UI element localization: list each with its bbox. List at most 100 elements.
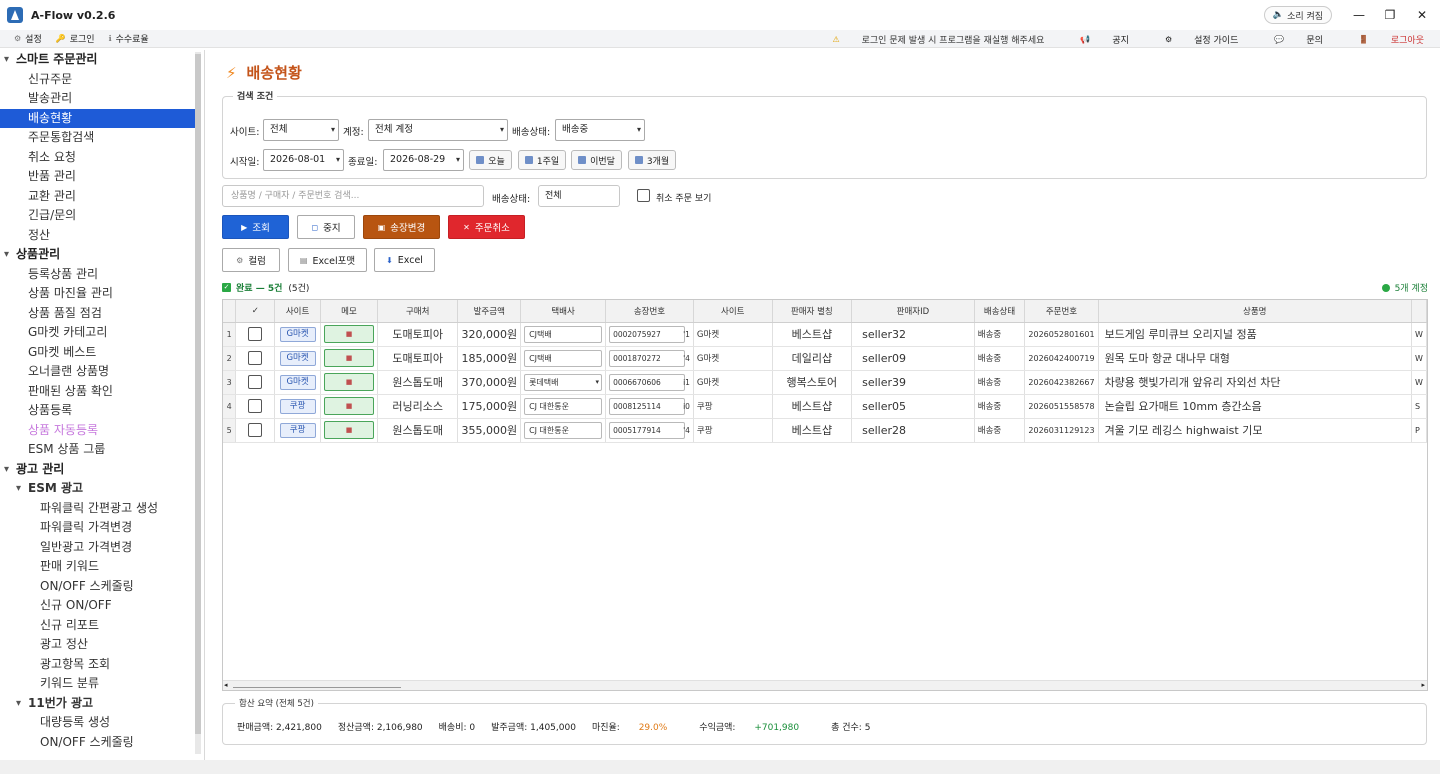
sidebar-item[interactable]: 신규 ON/OFF: [0, 596, 196, 616]
courier-cell[interactable]: 롯데택배 ▾: [520, 370, 607, 395]
guide-link[interactable]: ⚙ 설정 가이드: [1147, 33, 1238, 46]
memo-button[interactable]: ■: [324, 325, 374, 343]
end-date-picker[interactable]: 2026-08-29 ▾: [383, 149, 464, 171]
tracking-cell[interactable]: 0008125114 i0: [605, 394, 694, 419]
sidebar-item[interactable]: 정산: [0, 226, 196, 246]
sidebar-item[interactable]: G마켓 카테고리: [0, 323, 196, 343]
sidebar-item[interactable]: 파워클릭 가격변경: [0, 518, 196, 538]
tracking-cell[interactable]: 0005177914'4: [605, 418, 694, 443]
table-row[interactable]: 3 G마켓 ■ 원스톱도매 370,000원 롯데택배 ▾ 0006670606 i1 G마켓 행복…: [223, 370, 1427, 395]
column-header[interactable]: 사이트: [274, 300, 321, 323]
show-cancelled-checkbox[interactable]: [637, 189, 650, 202]
sidebar-item[interactable]: 주문통합검색: [0, 128, 196, 148]
courier-select[interactable]: 롯데택배 ▾: [524, 373, 603, 391]
memo-button[interactable]: ■: [324, 397, 374, 415]
row-checkbox[interactable]: [248, 423, 263, 437]
table-row[interactable]: 5 쿠팡 ■ 원스톱도매 355,000원 CJ 대한통운 0005177914'4 쿠팡 베스…: [223, 418, 1427, 443]
courier-cell[interactable]: CJ택배: [520, 322, 607, 347]
logout-link[interactable]: 🚪 로그아웃: [1341, 33, 1424, 46]
menu-login[interactable]: 🔑 로그인: [56, 32, 95, 45]
shipping-status-field[interactable]: 전체: [538, 185, 620, 207]
notice-link[interactable]: 📢 공지: [1062, 33, 1129, 46]
sidebar-group[interactable]: 11번가 광고: [0, 694, 196, 714]
sidebar-item[interactable]: 등록상품 관리: [0, 265, 196, 285]
menu-settings[interactable]: ⚙ 설정: [14, 32, 42, 45]
change-invoice-button[interactable]: ▣ 송장변경: [363, 215, 440, 239]
tracking-input[interactable]: 0001870272: [609, 349, 686, 367]
courier-select[interactable]: CJ택배: [524, 325, 603, 343]
sidebar-item[interactable]: 교환 관리: [0, 187, 196, 207]
row-checkbox[interactable]: [248, 327, 263, 341]
table-row[interactable]: 4 쿠팡 ■ 러닝리소스 175,000원 CJ 대한통운 0008125114 i0 쿠팡 베스…: [223, 394, 1427, 419]
courier-cell[interactable]: CJ택배: [520, 346, 607, 371]
row-checkbox-cell[interactable]: [235, 394, 276, 419]
sidebar-item[interactable]: G마켓 베스트: [0, 343, 196, 363]
sidebar-item[interactable]: 발송관리: [0, 89, 196, 109]
sidebar-group[interactable]: 스마트 주문관리: [0, 50, 196, 70]
columns-button[interactable]: ⚙ 컬럼: [222, 248, 280, 272]
row-checkbox[interactable]: [248, 399, 263, 413]
week-button[interactable]: 1주일: [518, 150, 566, 170]
today-button[interactable]: 오늘: [469, 150, 512, 170]
memo-button[interactable]: ■: [324, 373, 374, 391]
tracking-input[interactable]: 0006670606: [609, 373, 686, 391]
row-checkbox-cell[interactable]: [235, 418, 276, 443]
row-checkbox[interactable]: [248, 351, 263, 365]
sidebar-item[interactable]: ESM 상품 그룹: [0, 440, 196, 460]
sidebar-item[interactable]: 상품 마진율 관리: [0, 284, 196, 304]
tracking-cell[interactable]: 0001870272'4: [605, 346, 694, 371]
account-select[interactable]: 전체 계정 ▾: [368, 119, 508, 141]
column-header[interactable]: 메모: [320, 300, 378, 323]
courier-select[interactable]: CJ택배: [524, 349, 603, 367]
sidebar-item[interactable]: 신규 리포트: [0, 616, 196, 636]
column-header[interactable]: 택배사: [520, 300, 607, 323]
column-header[interactable]: 상품명: [1098, 300, 1413, 323]
inquiry-link[interactable]: 💬 문의: [1256, 33, 1323, 46]
table-row[interactable]: 1 G마켓 ■ 도매토피아 320,000원 CJ택배 0002075927'1 G마켓 베스트…: [223, 322, 1427, 347]
scroll-right-icon[interactable]: ▸: [1421, 681, 1425, 689]
minimize-icon[interactable]: —: [1350, 6, 1368, 24]
memo-cell[interactable]: ■: [320, 322, 378, 347]
maximize-icon[interactable]: ❐: [1381, 6, 1399, 24]
memo-button[interactable]: ■: [324, 349, 374, 367]
sidebar-item[interactable]: 상품등록: [0, 401, 196, 421]
scroll-left-icon[interactable]: ◂: [224, 681, 228, 689]
tracking-cell[interactable]: 0006670606 i1: [605, 370, 694, 395]
sidebar-item[interactable]: ON/OFF 스케줄링: [0, 577, 196, 597]
column-header[interactable]: [1411, 300, 1427, 323]
start-date-picker[interactable]: 2026-08-01 ▾: [263, 149, 344, 171]
tracking-input[interactable]: 0008125114: [609, 397, 686, 415]
excel-format-button[interactable]: ▤ Excel포맷: [288, 248, 367, 272]
three-months-button[interactable]: 3개월: [628, 150, 676, 170]
table-row[interactable]: 2 G마켓 ■ 도매토피아 185,000원 CJ택배 0001870272'4 G마켓 데일리…: [223, 346, 1427, 371]
sidebar-item[interactable]: 긴급/문의: [0, 206, 196, 226]
column-header[interactable]: ✓: [235, 300, 276, 323]
sidebar-item[interactable]: 일반광고 가격변경: [0, 538, 196, 558]
table-horizontal-scrollbar[interactable]: ◂ ▸: [223, 680, 1427, 690]
memo-cell[interactable]: ■: [320, 370, 378, 395]
tracking-input[interactable]: 0005177914: [609, 421, 686, 439]
this-month-button[interactable]: 이번달: [571, 150, 622, 170]
row-checkbox-cell[interactable]: [235, 370, 276, 395]
row-checkbox-cell[interactable]: [235, 322, 276, 347]
courier-cell[interactable]: CJ 대한통운: [520, 418, 607, 443]
memo-cell[interactable]: ■: [320, 346, 378, 371]
tracking-cell[interactable]: 0002075927'1: [605, 322, 694, 347]
column-header[interactable]: 판매자 별칭: [772, 300, 853, 323]
column-header[interactable]: 발주금액: [457, 300, 522, 323]
sidebar-group[interactable]: 광고 관리: [0, 460, 196, 480]
column-header[interactable]: 배송상태: [974, 300, 1026, 323]
sidebar-item[interactable]: 판매된 상품 확인: [0, 382, 196, 402]
sidebar-item[interactable]: 광고 정산: [0, 635, 196, 655]
menu-fee-rate[interactable]: ℹ 수수료율: [109, 32, 149, 45]
sidebar-item[interactable]: 광고항목 조회: [0, 655, 196, 675]
sidebar-item[interactable]: 배송현황: [0, 108, 196, 128]
sidebar-item[interactable]: 취소 요청: [0, 148, 196, 168]
sidebar-group[interactable]: 상품관리: [0, 245, 196, 265]
courier-select[interactable]: CJ 대한통운: [524, 397, 603, 415]
horizontal-scroll-thumb[interactable]: [233, 683, 401, 688]
memo-cell[interactable]: ■: [320, 394, 378, 419]
sidebar-group[interactable]: ESM 광고: [0, 479, 196, 499]
sidebar-item[interactable]: ON/OFF 스케줄링: [0, 733, 196, 753]
query-button[interactable]: ▶ 조회: [222, 215, 289, 239]
